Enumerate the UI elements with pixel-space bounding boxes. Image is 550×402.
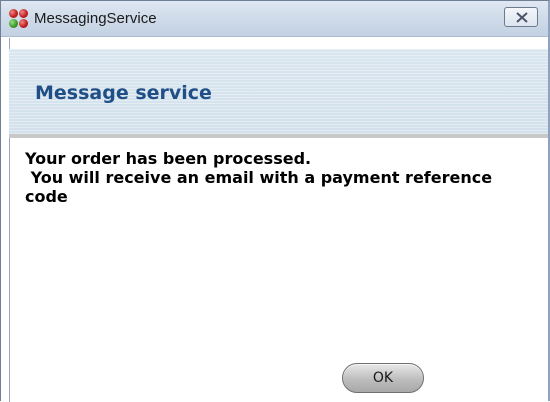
header-panel: Message service bbox=[9, 49, 548, 134]
message-text: Your order has been processed. You will … bbox=[25, 149, 493, 206]
close-button[interactable] bbox=[504, 7, 538, 27]
close-icon bbox=[516, 12, 528, 23]
messaging-service-window: MessagingService Message service Your or… bbox=[0, 0, 550, 402]
app-logo-icon bbox=[9, 9, 29, 29]
ok-button[interactable]: OK bbox=[342, 363, 424, 393]
title-bar[interactable]: MessagingService bbox=[1, 1, 548, 37]
page-title: Message service bbox=[35, 82, 212, 104]
header-divider bbox=[9, 134, 548, 138]
window-title: MessagingService bbox=[34, 10, 157, 27]
